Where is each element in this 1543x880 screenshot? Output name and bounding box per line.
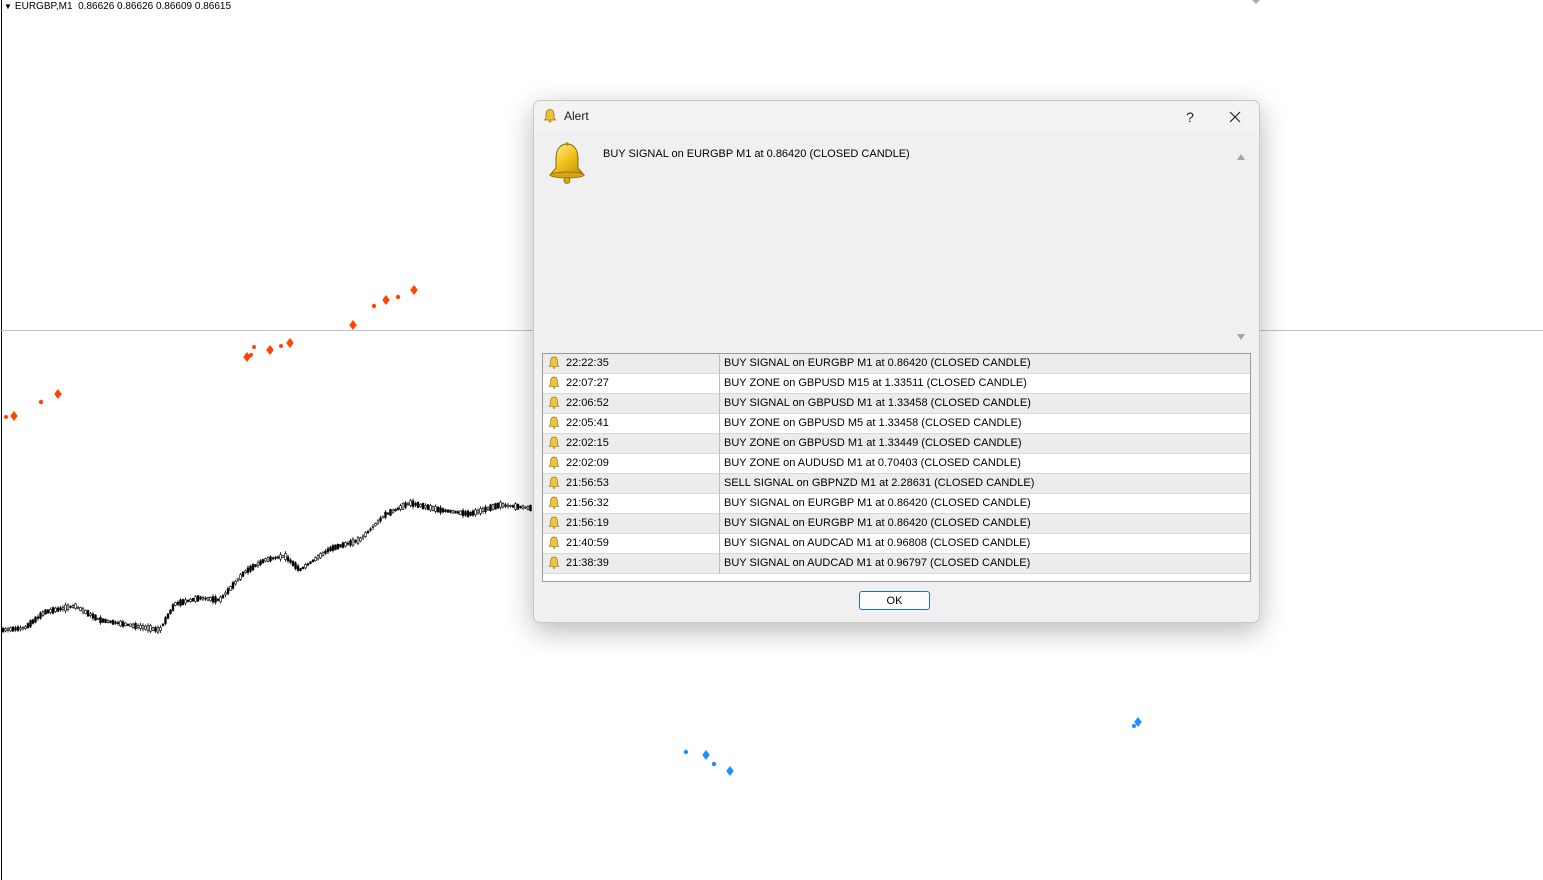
- alert-time: 21:56:32: [566, 497, 609, 509]
- bell-icon: [548, 516, 560, 529]
- alert-time: 21:56:53: [566, 477, 609, 489]
- arrow-marker: [266, 345, 274, 355]
- help-button[interactable]: ?: [1175, 106, 1205, 128]
- dot-marker: [249, 353, 253, 357]
- bell-icon: [548, 536, 560, 549]
- arrow-marker: [382, 295, 390, 305]
- dot-marker: [683, 749, 689, 755]
- chart-ohlc: 0.86626 0.86626 0.86609 0.86615: [78, 1, 232, 12]
- alert-text: BUY ZONE on AUDUSD M1 at 0.70403 (CLOSED…: [724, 457, 1021, 469]
- dot-marker: [279, 344, 283, 348]
- list-item[interactable]: 22:06:52 BUY SIGNAL on GBPUSD M1 at 1.33…: [543, 394, 1250, 414]
- ok-button[interactable]: OK: [859, 591, 930, 610]
- dropdown-triangle-icon[interactable]: ▼: [4, 2, 12, 11]
- dot-marker: [711, 761, 717, 767]
- alert-time: 22:05:41: [566, 417, 609, 429]
- dot-marker: [395, 294, 401, 300]
- list-item[interactable]: 22:02:15 BUY ZONE on GBPUSD M1 at 1.3344…: [543, 434, 1250, 454]
- alert-text: SELL SIGNAL on GBPNZD M1 at 2.28631 (CLO…: [724, 477, 1035, 489]
- list-item[interactable]: 21:56:19 BUY SIGNAL on EURGBP M1 at 0.86…: [543, 514, 1250, 534]
- scroll-up-icon[interactable]: [1237, 154, 1245, 160]
- chart-symbol: EURGBP,M1: [14, 1, 73, 12]
- alert-text: BUY SIGNAL on EURGBP M1 at 0.86420 (CLOS…: [724, 517, 1031, 529]
- dot-marker: [38, 399, 44, 405]
- dot-marker: [1132, 724, 1136, 728]
- bell-icon: [548, 396, 560, 409]
- arrow-marker: [54, 389, 62, 399]
- alert-time: 22:22:35: [566, 357, 609, 369]
- bell-icon: [548, 556, 560, 569]
- list-item[interactable]: 21:56:32 BUY SIGNAL on EURGBP M1 at 0.86…: [543, 494, 1250, 514]
- arrow-marker: [243, 352, 251, 362]
- alert-text: BUY SIGNAL on AUDCAD M1 at 0.96808 (CLOS…: [724, 537, 1031, 549]
- alert-text: BUY SIGNAL on GBPUSD M1 at 1.33458 (CLOS…: [724, 397, 1031, 409]
- bell-icon: [548, 416, 560, 429]
- message-scrollbar[interactable]: [1234, 148, 1248, 344]
- bell-icon: [548, 456, 560, 469]
- alert-text: BUY SIGNAL on AUDCAD M1 at 0.96797 (CLOS…: [724, 557, 1031, 569]
- dot-marker: [371, 303, 377, 309]
- alert-time: 22:02:15: [566, 437, 609, 449]
- bell-icon: [548, 476, 560, 489]
- alert-time: 21:40:59: [566, 537, 609, 549]
- alert-time: 22:02:09: [566, 457, 609, 469]
- alert-text: BUY ZONE on GBPUSD M1 at 1.33449 (CLOSED…: [724, 437, 1022, 449]
- alert-message: BUY SIGNAL on EURGBP M1 at 0.86420 (CLOS…: [603, 148, 910, 160]
- candles-group: [1, 498, 532, 635]
- bell-icon: [548, 356, 560, 369]
- alert-text: BUY ZONE on GBPUSD M15 at 1.33511 (CLOSE…: [724, 377, 1027, 389]
- alert-time: 21:38:39: [566, 557, 609, 569]
- arrow-marker: [286, 338, 294, 348]
- alert-text: BUY SIGNAL on EURGBP M1 at 0.86420 (CLOS…: [724, 497, 1031, 509]
- arrow-marker: [410, 285, 418, 295]
- dot-marker: [4, 415, 8, 419]
- alert-time: 22:06:52: [566, 397, 609, 409]
- alert-history-list[interactable]: 22:22:35 BUY SIGNAL on EURGBP M1 at 0.86…: [542, 353, 1251, 582]
- list-item[interactable]: 21:56:53 SELL SIGNAL on GBPNZD M1 at 2.2…: [543, 474, 1250, 494]
- arrow-marker: [702, 750, 710, 760]
- list-item[interactable]: 22:02:09 BUY ZONE on AUDUSD M1 at 0.7040…: [543, 454, 1250, 474]
- bell-icon: [548, 142, 586, 184]
- close-icon: [1229, 111, 1241, 123]
- arrow-marker: [726, 766, 734, 776]
- list-item[interactable]: 22:07:27 BUY ZONE on GBPUSD M15 at 1.335…: [543, 374, 1250, 394]
- scale-marker-icon: [1252, 0, 1260, 4]
- alert-text: BUY SIGNAL on EURGBP M1 at 0.86420 (CLOS…: [724, 357, 1031, 369]
- arrow-marker: [349, 320, 357, 330]
- chart-symbol-header: ▼ EURGBP,M1 0.86626 0.86626 0.86609 0.866…: [4, 1, 231, 12]
- alert-dialog: Alert ? BUY SIGNAL on EURGBP M1 at 0.864…: [533, 100, 1260, 623]
- alert-time: 21:56:19: [566, 517, 609, 529]
- sell-arrow-markers: [683, 717, 1142, 776]
- list-item[interactable]: 22:22:35 BUY SIGNAL on EURGBP M1 at 0.86…: [543, 354, 1250, 374]
- alert-text: BUY ZONE on GBPUSD M5 at 1.33458 (CLOSED…: [724, 417, 1022, 429]
- dialog-titlebar[interactable]: Alert ?: [534, 101, 1259, 131]
- arrow-marker: [10, 411, 18, 421]
- scroll-down-icon[interactable]: [1237, 334, 1245, 340]
- list-item[interactable]: 21:40:59 BUY SIGNAL on AUDCAD M1 at 0.96…: [543, 534, 1250, 554]
- dialog-title: Alert: [564, 109, 589, 123]
- bell-icon: [548, 436, 560, 449]
- list-item[interactable]: 21:38:39 BUY SIGNAL on AUDCAD M1 at 0.96…: [543, 554, 1250, 574]
- bell-icon: [543, 109, 557, 123]
- buy-arrow-markers: [4, 285, 418, 421]
- alert-time: 22:07:27: [566, 377, 609, 389]
- bell-icon: [548, 496, 560, 509]
- dot-marker: [252, 345, 256, 349]
- bell-icon: [548, 376, 560, 389]
- list-item[interactable]: 22:05:41 BUY ZONE on GBPUSD M5 at 1.3345…: [543, 414, 1250, 434]
- close-button[interactable]: [1220, 105, 1250, 129]
